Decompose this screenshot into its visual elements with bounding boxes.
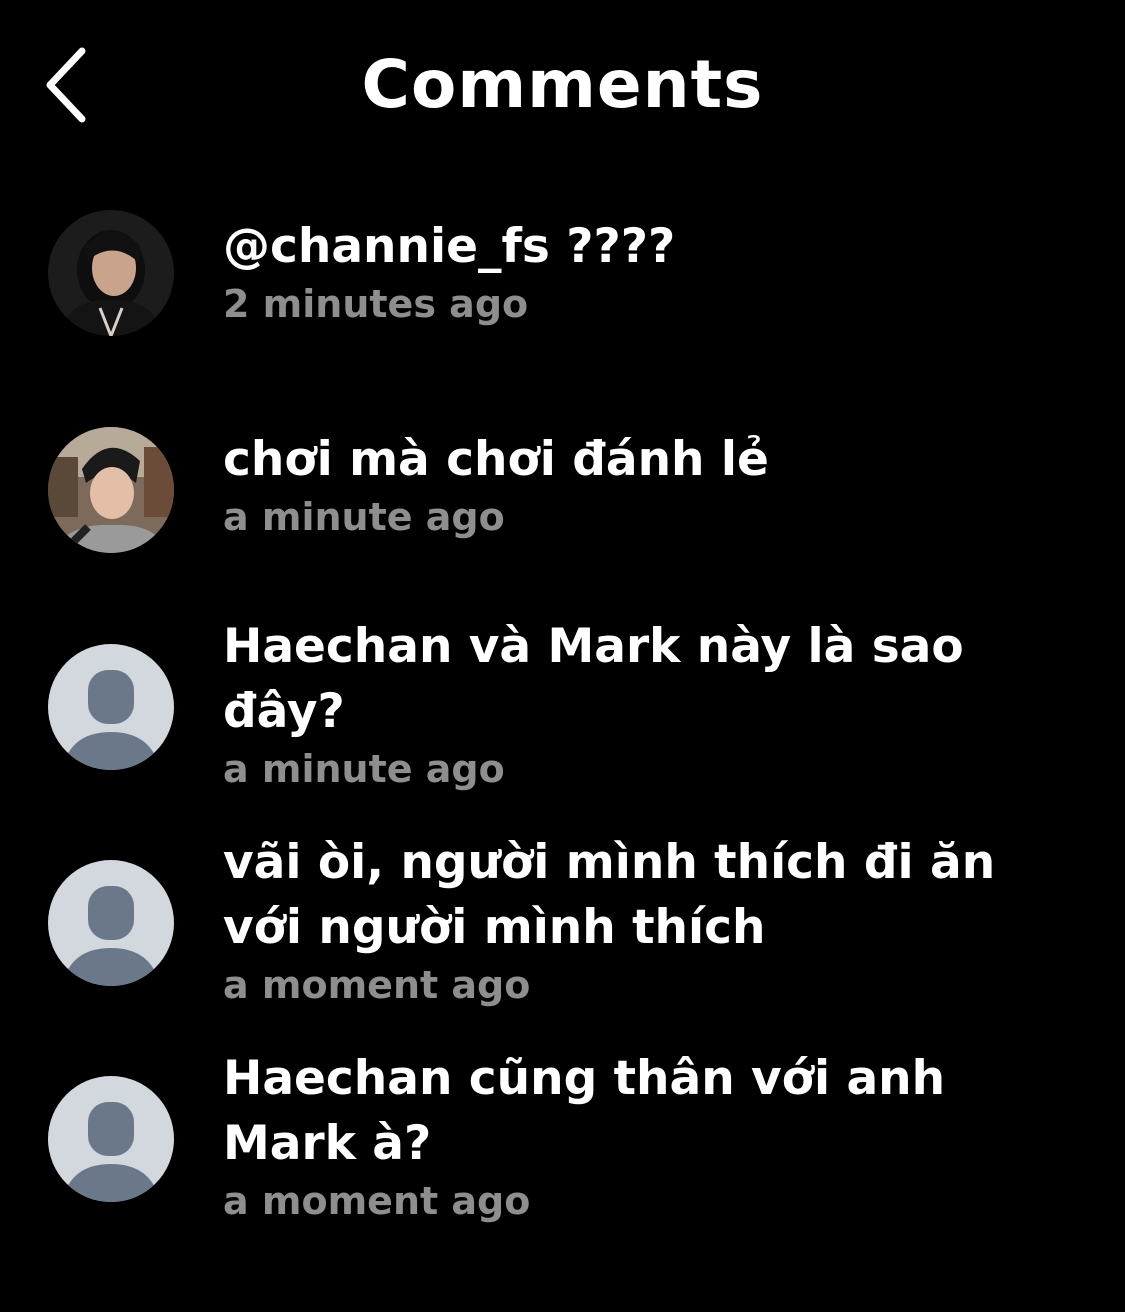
comment-timestamp: a moment ago xyxy=(223,963,531,1007)
page-title: Comments xyxy=(361,46,764,123)
default-person-icon[interactable] xyxy=(48,644,174,770)
comment-timestamp: a moment ago xyxy=(223,1179,531,1223)
comment-text: Haechan và Mark này là sao đây? xyxy=(223,619,964,739)
comment-text: Haechan cũng thân với anh Mark à? xyxy=(223,1051,946,1171)
comment-timestamp: a minute ago xyxy=(223,495,505,539)
comment-timestamp: 2 minutes ago xyxy=(223,282,529,326)
default-person-icon[interactable] xyxy=(48,1076,174,1202)
comment-text: chơi mà chơi đánh lẻ xyxy=(223,432,769,487)
comment-text: @channie_fs ???? xyxy=(223,219,676,274)
comment-text: vãi òi, người mình thích đi ăn với người… xyxy=(223,835,996,955)
avatar[interactable] xyxy=(48,427,174,553)
default-person-icon[interactable] xyxy=(48,860,174,986)
header: Comments xyxy=(0,0,1125,170)
comment-timestamp: a minute ago xyxy=(223,747,505,791)
avatar[interactable] xyxy=(48,210,174,336)
